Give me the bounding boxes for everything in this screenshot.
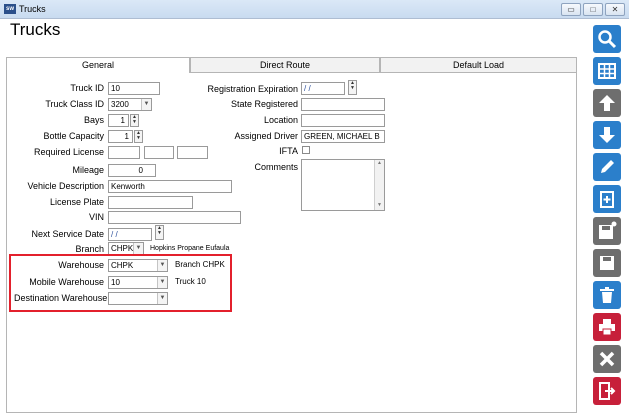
previous-record-button[interactable] bbox=[593, 89, 621, 117]
minimize-button[interactable]: ▭ bbox=[561, 3, 581, 16]
mileage-field[interactable]: 0 bbox=[108, 164, 156, 177]
print-button[interactable] bbox=[593, 313, 621, 341]
location-label: Location bbox=[263, 115, 298, 125]
comments-label: Comments bbox=[254, 162, 298, 172]
assigned-driver-field[interactable]: GREEN, MICHAEL B bbox=[301, 130, 385, 143]
bays-label: Bays bbox=[83, 115, 104, 125]
chevron-down-icon[interactable]: ▼ bbox=[157, 277, 167, 288]
bays-stepper[interactable]: ▲ ▼ bbox=[130, 114, 139, 127]
save-as-button[interactable] bbox=[593, 217, 621, 245]
next-record-button[interactable] bbox=[593, 121, 621, 149]
branch-value: CHPK bbox=[111, 244, 134, 253]
vehicle-description-field[interactable]: Kenworth bbox=[108, 180, 232, 193]
tab-direct-route[interactable]: Direct Route bbox=[190, 57, 380, 73]
warehouse-value: CHPK bbox=[111, 261, 134, 270]
next-service-date-field[interactable]: / / bbox=[108, 228, 152, 241]
new-record-button[interactable] bbox=[593, 185, 621, 213]
close-button[interactable]: ✕ bbox=[605, 3, 625, 16]
bottle-capacity-stepper[interactable]: ▲ ▼ bbox=[134, 130, 143, 143]
mobile-warehouse-value: 10 bbox=[111, 278, 120, 287]
title-bar bbox=[0, 0, 629, 19]
comments-textarea[interactable]: ▲ ▼ bbox=[301, 159, 385, 211]
delete-button[interactable] bbox=[593, 281, 621, 309]
save-button[interactable] bbox=[593, 249, 621, 277]
search-icon bbox=[598, 30, 617, 49]
state-registered-label: State Registered bbox=[230, 99, 298, 109]
grid-icon bbox=[598, 63, 616, 79]
edit-icon bbox=[601, 160, 614, 173]
vin-field[interactable] bbox=[108, 211, 241, 224]
destination-warehouse-label: Destination Warehouse bbox=[14, 293, 108, 303]
delete-icon bbox=[600, 287, 614, 303]
location-field[interactable] bbox=[301, 114, 385, 127]
comments-scrollbar[interactable]: ▲ ▼ bbox=[374, 160, 384, 210]
tab-general[interactable]: General bbox=[6, 57, 190, 74]
vehicle-description-label: Vehicle Description bbox=[27, 181, 104, 191]
action-toolbar bbox=[591, 23, 623, 417]
print-icon bbox=[599, 319, 615, 336]
chevron-down-icon[interactable]: ▼ bbox=[157, 260, 167, 271]
bays-field[interactable]: 1 bbox=[108, 114, 129, 127]
save-as-icon bbox=[599, 221, 617, 239]
mileage-label: Mileage bbox=[72, 165, 104, 175]
ifta-checkbox[interactable] bbox=[302, 146, 310, 154]
bottle-capacity-label: Bottle Capacity bbox=[43, 131, 104, 141]
branch-label: Branch bbox=[75, 244, 104, 254]
tab-strip: General Direct Route Default Load bbox=[6, 57, 577, 74]
grid-view-button[interactable] bbox=[593, 57, 621, 85]
required-license-field-1[interactable] bbox=[108, 146, 140, 159]
arrow-up-icon bbox=[599, 95, 615, 111]
app-icon: sw bbox=[4, 4, 16, 14]
search-button[interactable] bbox=[593, 25, 621, 53]
window-title: Trucks bbox=[19, 4, 46, 14]
mobile-warehouse-description: Truck 10 bbox=[175, 277, 206, 286]
cancel-icon bbox=[599, 351, 615, 367]
required-license-label: Required License bbox=[33, 147, 104, 157]
license-plate-label: License Plate bbox=[49, 197, 104, 207]
warehouse-description: Branch CHPK bbox=[175, 260, 225, 269]
bottle-capacity-field[interactable]: 1 bbox=[108, 130, 133, 143]
destination-warehouse-combo[interactable]: ▼ bbox=[108, 292, 168, 305]
exit-icon bbox=[599, 382, 616, 400]
assigned-driver-label: Assigned Driver bbox=[234, 131, 298, 141]
chevron-down-icon[interactable]: ▼ bbox=[133, 243, 143, 254]
ifta-label: IFTA bbox=[279, 146, 298, 156]
state-registered-field[interactable] bbox=[301, 98, 385, 111]
maximize-button[interactable]: □ bbox=[583, 3, 603, 16]
edit-button[interactable] bbox=[593, 153, 621, 181]
required-license-field-2[interactable] bbox=[144, 146, 174, 159]
truck-id-label: Truck ID bbox=[70, 83, 104, 93]
truck-class-id-combo[interactable]: 3200 ▼ bbox=[108, 98, 152, 111]
mobile-warehouse-label: Mobile Warehouse bbox=[29, 277, 104, 287]
warehouse-label: Warehouse bbox=[58, 260, 104, 270]
warehouse-combo[interactable]: CHPK ▼ bbox=[108, 259, 168, 272]
registration-expiration-label: Registration Expiration bbox=[207, 84, 298, 94]
tab-default-load[interactable]: Default Load bbox=[380, 57, 577, 73]
chevron-down-icon[interactable]: ▼ bbox=[157, 293, 167, 304]
save-icon bbox=[600, 256, 614, 270]
exit-button[interactable] bbox=[593, 377, 621, 405]
add-document-icon bbox=[600, 191, 614, 208]
branch-description: Hopkins Propane Eufaula bbox=[150, 245, 230, 252]
truck-class-id-label: Truck Class ID bbox=[45, 99, 104, 109]
vin-label: VIN bbox=[88, 212, 104, 222]
chevron-down-icon[interactable]: ▼ bbox=[141, 99, 151, 110]
truck-class-id-value: 3200 bbox=[111, 100, 129, 109]
arrow-down-icon bbox=[599, 127, 615, 143]
page-title: Trucks bbox=[10, 20, 61, 39]
mobile-warehouse-combo[interactable]: 10 ▼ bbox=[108, 276, 168, 289]
cancel-button[interactable] bbox=[593, 345, 621, 373]
registration-expiration-field[interactable]: / / bbox=[301, 82, 345, 95]
truck-id-field[interactable]: 10 bbox=[108, 82, 160, 95]
registration-expiration-stepper[interactable]: ▲ ▼ bbox=[348, 80, 357, 95]
next-service-date-label: Next Service Date bbox=[31, 229, 104, 239]
next-service-date-stepper[interactable]: ▲ ▼ bbox=[155, 225, 164, 240]
license-plate-field[interactable] bbox=[108, 196, 193, 209]
